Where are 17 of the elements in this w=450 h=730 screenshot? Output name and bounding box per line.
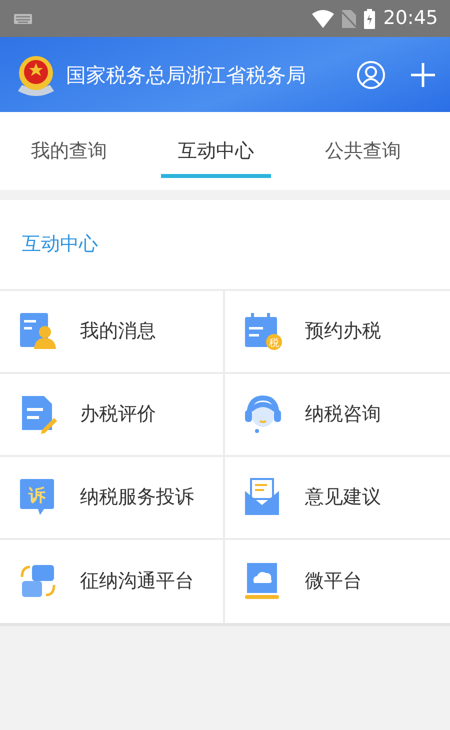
menu-tile[interactable]: 诉 纳税服务投诉 (0, 456, 225, 540)
message-icon (18, 311, 58, 351)
app-title: 国家税务总局浙江省税务局 (66, 62, 307, 88)
section-title: 互动中心 (21, 232, 99, 257)
no-sim-icon (342, 10, 356, 28)
tab[interactable]: 互动中心 (161, 112, 271, 190)
menu-tile[interactable]: 我的消息 (0, 290, 225, 374)
tab[interactable]: 我的查询 (14, 112, 124, 190)
menu-tile[interactable]: 办税评价 (0, 374, 225, 456)
profile-icon[interactable] (356, 60, 386, 90)
wifi-icon (312, 10, 334, 28)
tab[interactable]: 公共查询 (308, 112, 418, 190)
headset-icon (243, 394, 283, 434)
battery-icon (364, 8, 376, 28)
keyboard-icon (14, 14, 32, 24)
clock-time: 20:45 (383, 6, 438, 32)
add-icon[interactable] (410, 62, 436, 88)
